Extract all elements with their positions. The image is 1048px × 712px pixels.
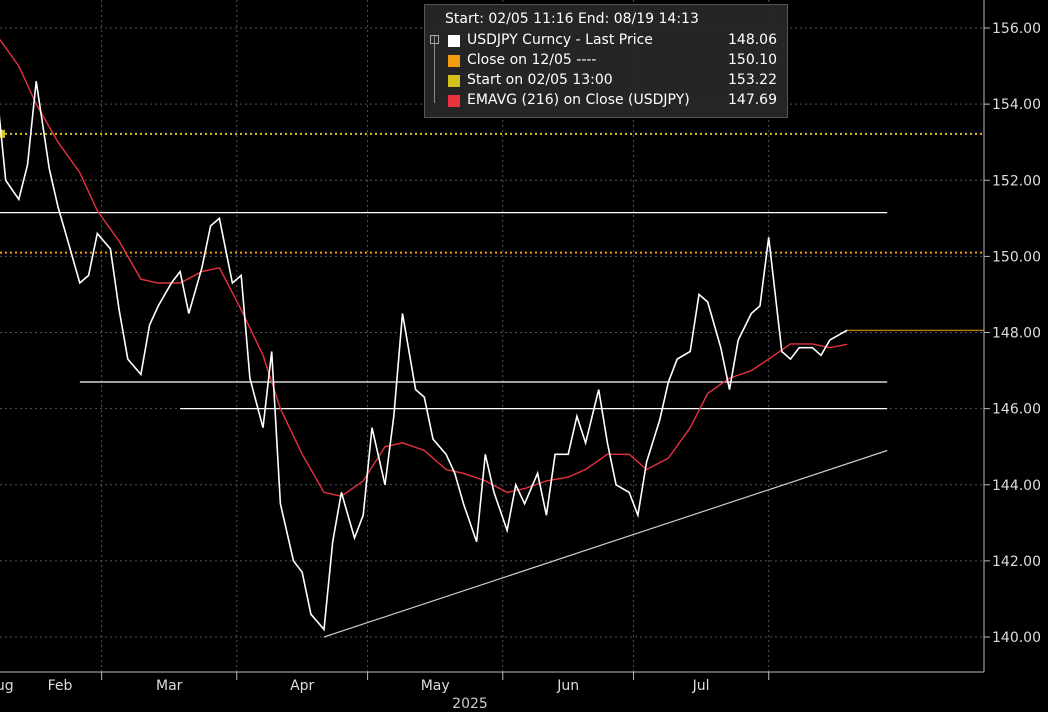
legend-tree-line: [434, 35, 443, 103]
legend-header: Start: 02/05 11:16 End: 08/19 14:13: [445, 11, 699, 27]
legend-panel[interactable]: Start: 02/05 11:16 End: 08/19 14:13 USDJ…: [424, 4, 788, 118]
legend-label: USDJPY Curncy - Last Price: [467, 32, 653, 48]
x-month-label: May: [421, 678, 450, 694]
chart-window: 140.00 142.00 144.00 146.00 148.00 150.00 152.…: [0, 0, 1048, 712]
y-tick-label: 150.00: [992, 249, 1041, 265]
y-tick-label: 142.00: [992, 554, 1041, 570]
x-month-label: Jul: [692, 678, 710, 694]
swatch-icon: [448, 75, 460, 87]
legend-entry-start[interactable]: Start on 02/05 13:00 153.22: [445, 72, 785, 92]
y-tick-label: 154.00: [992, 97, 1041, 113]
drawn-line: [323, 449, 888, 638]
price-series-line: [0, 81, 848, 632]
x-month-label: Aug: [0, 678, 14, 694]
legend-label: Start on 02/05 13:00: [467, 72, 613, 88]
legend-value: 147.69: [728, 92, 777, 108]
y-tick-label: 148.00: [992, 326, 1041, 342]
swatch-icon: [448, 95, 460, 107]
swatch-icon: [448, 55, 460, 67]
y-tick-label: 144.00: [992, 478, 1041, 494]
legend-label: Close on 12/05 ----: [467, 52, 597, 68]
x-axis-year-label: 2025: [452, 696, 488, 712]
trend-lines: [0, 212, 888, 638]
legend-value: 148.06: [728, 32, 777, 48]
legend-label: EMAVG (216) on Close (USDJPY): [467, 92, 690, 108]
legend-entry-ema[interactable]: EMAVG (216) on Close (USDJPY) 147.69: [445, 92, 785, 112]
legend-value: 150.10: [728, 52, 777, 68]
reference-lines: [0, 129, 984, 331]
x-month-label: Apr: [290, 678, 314, 694]
x-month-label: Jun: [556, 678, 579, 694]
x-month-label: Feb: [48, 678, 73, 694]
collapse-icon[interactable]: [430, 35, 439, 44]
legend-entry-price[interactable]: USDJPY Curncy - Last Price 148.06: [445, 32, 785, 52]
swatch-icon: [448, 35, 460, 47]
legend-value: 153.22: [728, 72, 777, 88]
x-month-label: Mar: [156, 678, 183, 694]
y-tick-label: 156.00: [992, 21, 1041, 37]
y-tick-label: 152.00: [992, 173, 1041, 189]
legend-entry-close[interactable]: Close on 12/05 ---- 150.10: [445, 52, 785, 72]
x-axis: Feb Mar Apr May Jun Jul Aug: [0, 672, 770, 694]
y-tick-label: 140.00: [992, 630, 1041, 646]
y-tick-label: 146.00: [992, 402, 1041, 418]
